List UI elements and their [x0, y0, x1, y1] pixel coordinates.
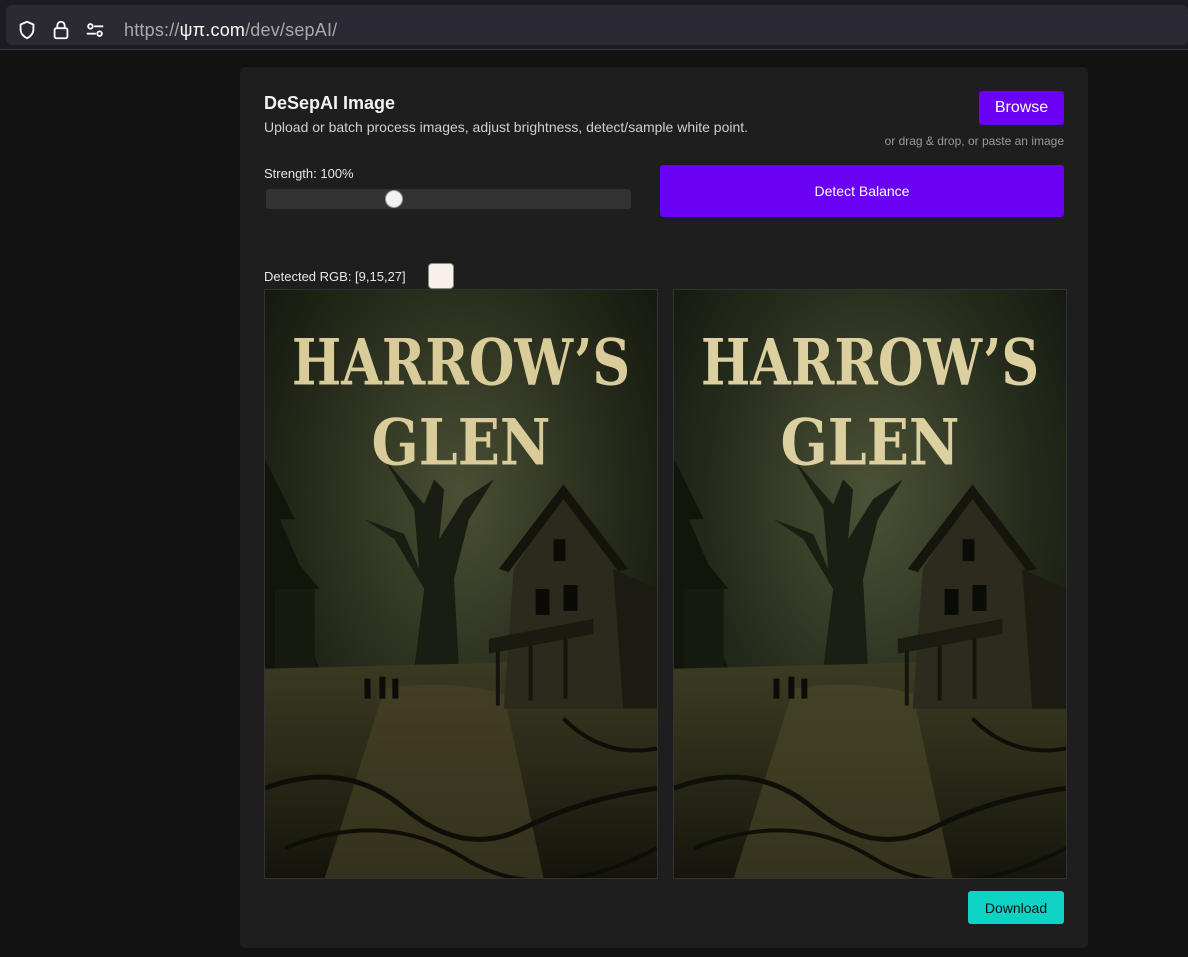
white-point-swatch[interactable]	[428, 263, 454, 289]
cover-title-line2: GLEN	[780, 405, 959, 480]
cover-title-line2: GLEN	[371, 405, 550, 480]
url-path: /dev/sepAI/	[245, 20, 338, 40]
book-cover-processed-image: HARROW’S GLEN	[674, 290, 1066, 878]
detected-rgb-label: Detected RGB: [9,15,27]	[264, 269, 406, 284]
url-text[interactable]: https://ψπ.com/dev/sepAI/	[124, 20, 337, 41]
url-scheme: https://	[124, 20, 180, 40]
original-image[interactable]: HARROW’S GLEN	[264, 289, 658, 879]
app-subtitle: Upload or batch process images, adjust b…	[264, 119, 749, 135]
detect-balance-button[interactable]: Detect Balance	[660, 165, 1064, 217]
browse-button[interactable]: Browse	[979, 91, 1064, 125]
shield-icon[interactable]	[16, 19, 38, 41]
permissions-icon[interactable]	[84, 19, 106, 41]
url-bar[interactable]: https://ψπ.com/dev/sepAI/	[6, 5, 1188, 45]
strength-slider[interactable]	[266, 189, 631, 209]
url-host: ψπ.com	[179, 20, 246, 40]
download-button[interactable]: Download	[968, 891, 1064, 924]
app-card: DeSepAI Image Upload or batch process im…	[240, 67, 1088, 948]
cover-title-line1: HARROW’S	[292, 326, 630, 401]
book-cover-image: HARROW’S GLEN	[265, 290, 657, 878]
cover-title-line1: HARROW’S	[701, 326, 1039, 401]
strength-slider-thumb[interactable]	[384, 190, 403, 208]
drag-drop-hint: or drag & drop, or paste an image	[884, 134, 1064, 148]
processed-image[interactable]: HARROW’S GLEN	[673, 289, 1067, 879]
strength-label: Strength: 100%	[264, 166, 354, 181]
app-title: DeSepAI Image	[264, 93, 396, 113]
browser-toolbar: https://ψπ.com/dev/sepAI/	[0, 0, 1188, 50]
lock-icon[interactable]	[50, 19, 72, 41]
